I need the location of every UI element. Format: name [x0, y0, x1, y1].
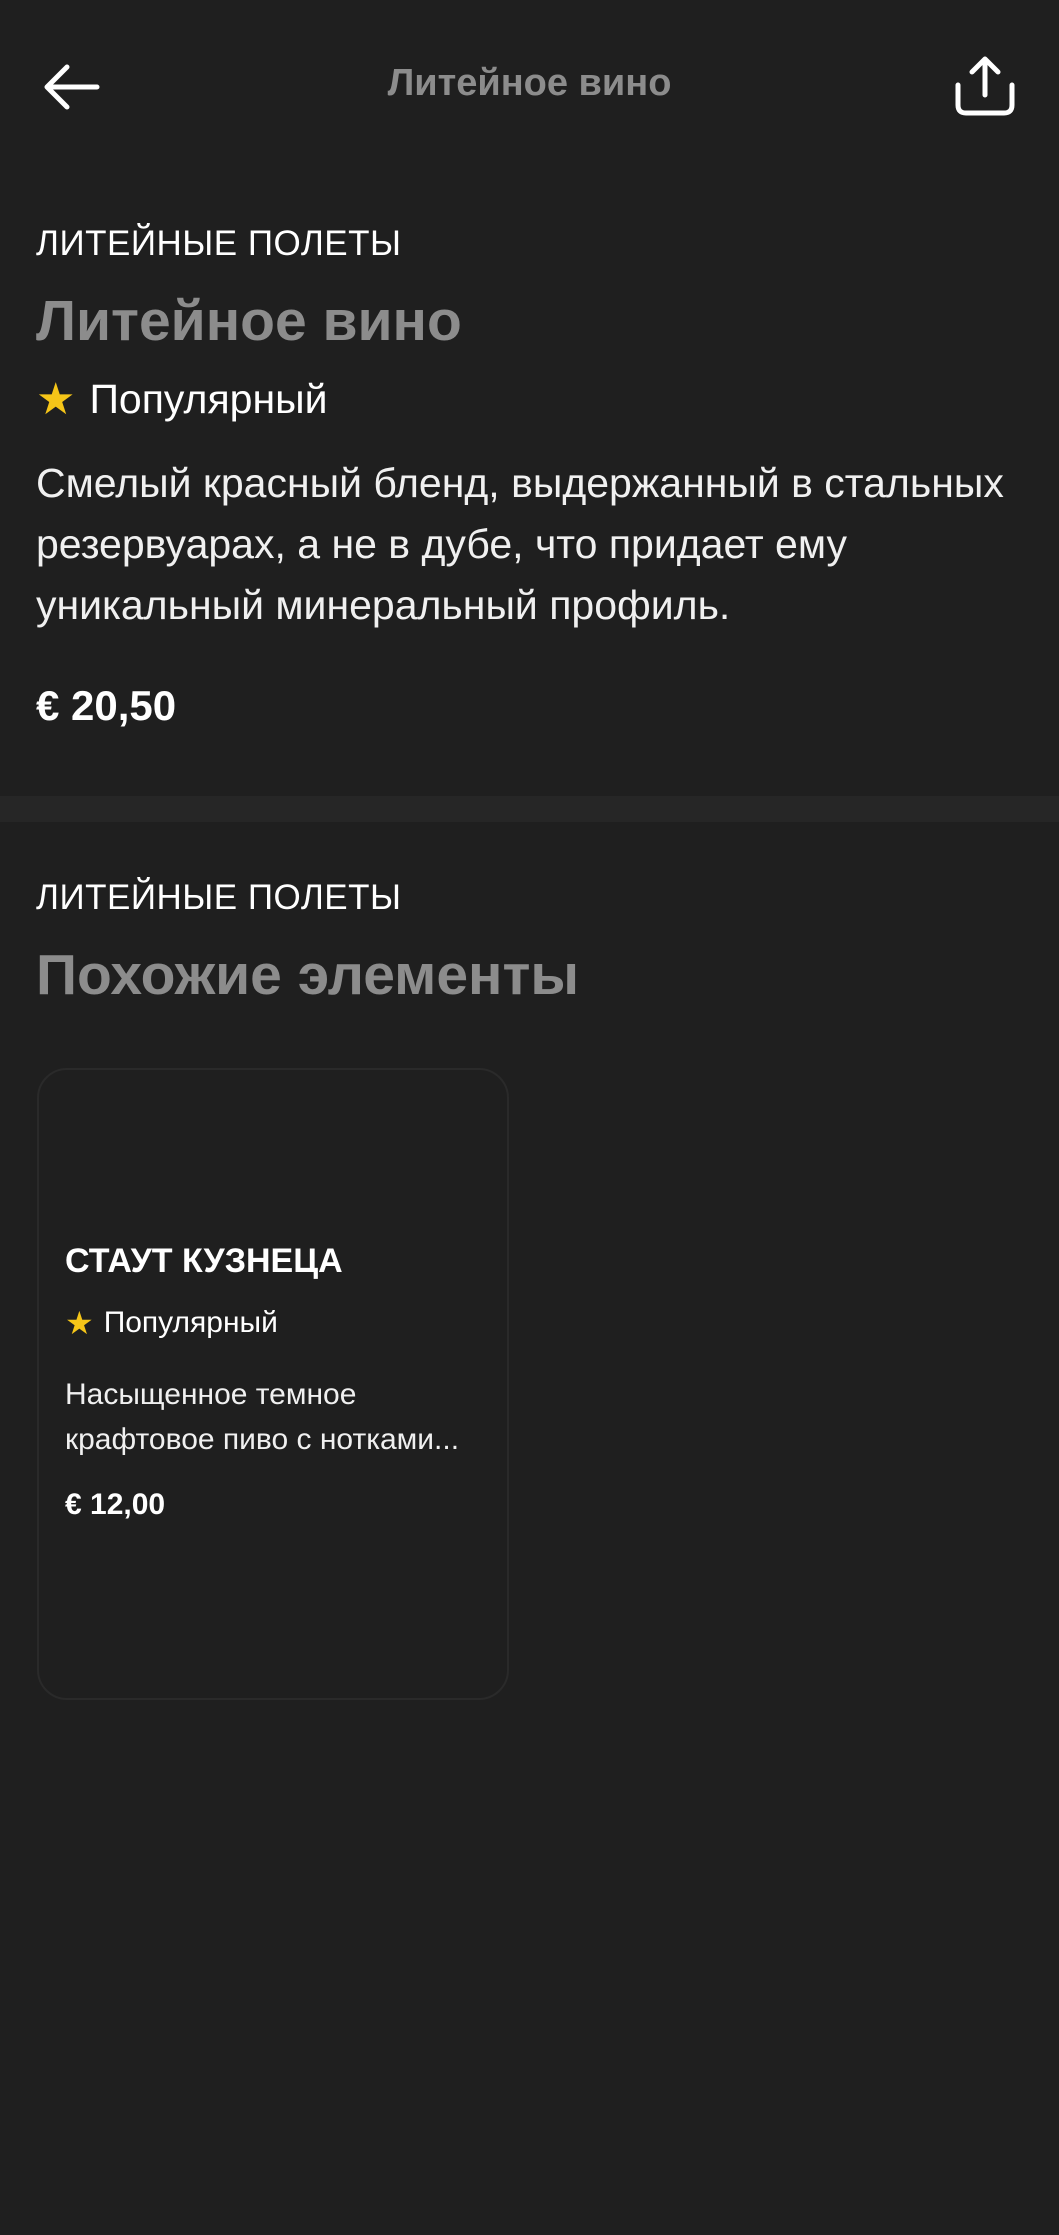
star-icon: ★ [36, 375, 76, 424]
nav-title: Литейное вино [387, 62, 672, 104]
similar-item-description-line: Насыщенное темное [65, 1378, 357, 1411]
product-price: € 20,50 [36, 682, 177, 729]
similar-item-description-line: крафтовое пиво с нотками... [65, 1423, 460, 1456]
popular-badge: ★ Популярный [36, 374, 1026, 425]
similar-item-description: Насыщенное темное крафтовое пиво с нотка… [65, 1372, 495, 1462]
similar-category: ЛИТЕЙНЫЕ ПОЛЕТЫ [36, 878, 402, 917]
popular-label: Популярный [89, 376, 328, 422]
product-category: ЛИТЕЙНЫЕ ПОЛЕТЫ [36, 224, 402, 263]
section-divider [0, 796, 1059, 822]
similar-item-price: € 12,00 [65, 1488, 166, 1521]
similar-item-badge-label: Популярный [103, 1306, 278, 1339]
share-button[interactable] [950, 48, 1020, 124]
similar-items-section: ЛИТЕЙНЫЕ ПОЛЕТЫ Похожие элементы [36, 876, 1026, 1010]
star-icon: ★ [65, 1305, 94, 1341]
similar-item-card[interactable]: СТАУТ КУЗНЕЦА ★ Популярный Насыщенное те… [37, 1068, 509, 1700]
product-description: Смелый красный бленд, выдержанный в стал… [36, 460, 1004, 628]
product-details: ЛИТЕЙНЫЕ ПОЛЕТЫ Литейное вино ★ Популярн… [36, 222, 1026, 730]
similar-item-name: СТАУТ КУЗНЕЦА [65, 1242, 343, 1280]
similar-heading: Похожие элементы [36, 943, 580, 1007]
similar-item-badge: ★ Популярный [65, 1304, 495, 1342]
product-name: Литейное вино [36, 289, 462, 353]
share-icon [955, 56, 1015, 116]
top-bar: Литейное вино [0, 0, 1059, 170]
